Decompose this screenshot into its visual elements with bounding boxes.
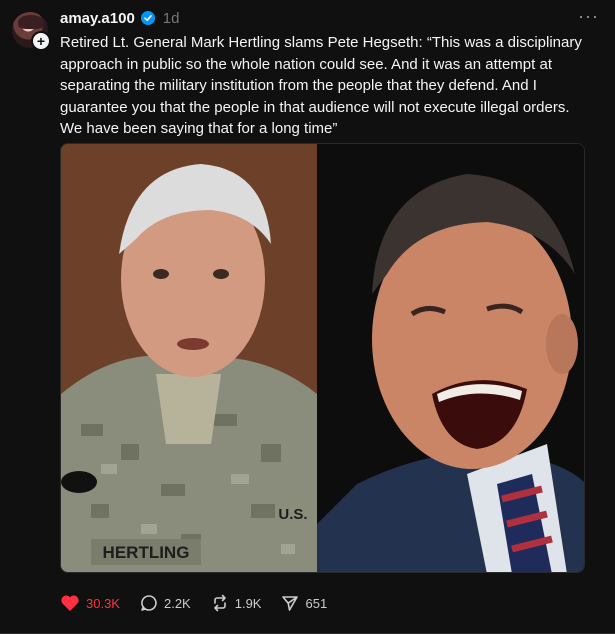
post-header: amay.a100 1d [60, 8, 179, 28]
share-button[interactable]: 651 [281, 594, 327, 612]
comment-icon [141, 595, 157, 611]
us-army-patch: U.S. [278, 506, 307, 523]
like-button[interactable]: 30.3K [60, 594, 120, 612]
photo-hegseth [317, 144, 584, 572]
repost-count: 1.9K [234, 595, 262, 611]
action-bar: 30.3K 2.2K 1.9K 651 [60, 592, 327, 614]
follow-plus-icon[interactable]: + [31, 31, 51, 51]
post-text: Retired Lt. General Mark Hertling slams … [60, 34, 582, 137]
repost-button[interactable]: 1.9K [211, 594, 262, 612]
verified-badge-icon [140, 11, 155, 25]
username[interactable]: amay.a100 [60, 10, 135, 27]
share-icon [282, 596, 299, 611]
reply-button[interactable]: 2.2K [140, 594, 191, 612]
post-timestamp[interactable]: 1d [163, 10, 180, 27]
post: + amay.a100 1d ··· Retired Lt. General M… [0, 0, 615, 634]
share-count: 651 [305, 595, 328, 611]
more-options-icon[interactable]: ··· [578, 6, 599, 27]
name-tape-hertling: HERTLING [103, 543, 190, 562]
photo-hertling: HERTLING U.S. [61, 144, 317, 572]
post-image[interactable]: HERTLING U.S. [60, 143, 585, 573]
heart-icon [61, 595, 79, 611]
like-count: 30.3K [86, 595, 120, 611]
avatar-container[interactable]: + [12, 12, 51, 51]
repost-icon [213, 594, 226, 612]
reply-count: 2.2K [163, 595, 191, 611]
